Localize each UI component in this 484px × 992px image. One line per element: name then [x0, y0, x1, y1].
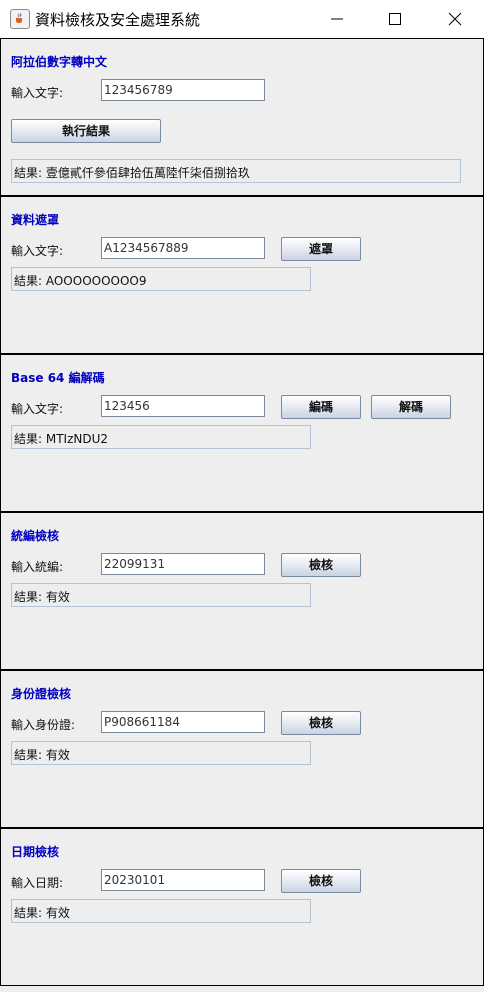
mask-input[interactable]: A1234567889: [101, 237, 265, 259]
title-bar: 資料檢核及安全處理系統: [0, 0, 484, 39]
base64-input[interactable]: 123456: [101, 395, 265, 417]
panel-title: 統編檢核: [11, 529, 60, 543]
panel-date-check: 日期檢核 輸入日期: 20230101 檢核 結果: 有效: [0, 828, 484, 986]
result-field: 結果: 壹億貳仟參佰肆拾伍萬陸仟柒佰捌拾玖: [11, 159, 461, 183]
check-button[interactable]: 檢核: [281, 553, 361, 577]
result-field: 結果: 有效: [11, 583, 311, 607]
result-field: 結果: 有效: [11, 741, 311, 765]
window-title: 資料檢核及安全處理系統: [35, 11, 201, 29]
panel-title: 阿拉伯數字轉中文: [11, 55, 108, 69]
input-label: 輸入文字:: [11, 244, 64, 258]
panel-title: 身份證檢核: [11, 687, 72, 701]
panel-tax-id-check: 統編檢核 輸入統編: 22099131 檢核 結果: 有效: [0, 512, 484, 670]
maximize-button[interactable]: [366, 0, 424, 38]
result-field: 結果: MTIzNDU2: [11, 425, 311, 449]
result-field: 結果: AOOOOOOOOO9: [11, 267, 311, 291]
date-input[interactable]: 20230101: [101, 869, 265, 891]
mask-button[interactable]: 遮罩: [281, 237, 361, 261]
close-icon: [448, 12, 462, 26]
panel-base64: Base 64 編解碼 輸入文字: 123456 編碼 解碼 結果: MTIzN…: [0, 354, 484, 512]
check-button[interactable]: 檢核: [281, 711, 361, 735]
panel-title: 資料遮罩: [11, 213, 60, 227]
close-button[interactable]: [426, 0, 484, 38]
panel-title: Base 64 編解碼: [11, 371, 105, 385]
input-label: 輸入文字:: [11, 86, 64, 100]
panel-number-to-chinese: 阿拉伯數字轉中文 輸入文字: 123456789 執行結果 結果: 壹億貳仟參佰…: [0, 38, 484, 196]
tax-id-input[interactable]: 22099131: [101, 553, 265, 575]
execute-button[interactable]: 執行結果: [11, 119, 161, 143]
check-button[interactable]: 檢核: [281, 869, 361, 893]
panel-data-mask: 資料遮罩 輸入文字: A1234567889 遮罩 結果: AOOOOOOOOO…: [0, 196, 484, 354]
input-label: 輸入日期:: [11, 876, 64, 890]
number-input[interactable]: 123456789: [101, 79, 265, 101]
decode-button[interactable]: 解碼: [371, 395, 451, 419]
id-card-input[interactable]: P908661184: [101, 711, 265, 733]
java-icon[interactable]: [10, 9, 30, 29]
panel-id-card-check: 身份證檢核 輸入身份證: P908661184 檢核 結果: 有效: [0, 670, 484, 828]
maximize-icon: [389, 13, 401, 25]
panel-title: 日期檢核: [11, 845, 60, 859]
main-content: 阿拉伯數字轉中文 輸入文字: 123456789 執行結果 結果: 壹億貳仟參佰…: [0, 38, 484, 992]
input-label: 輸入統編:: [11, 560, 64, 574]
encode-button[interactable]: 編碼: [281, 395, 361, 419]
minimize-button[interactable]: [308, 0, 366, 38]
input-label: 輸入文字:: [11, 402, 64, 416]
minimize-icon: [331, 18, 343, 20]
result-field: 結果: 有效: [11, 899, 311, 923]
input-label: 輸入身份證:: [11, 718, 76, 732]
